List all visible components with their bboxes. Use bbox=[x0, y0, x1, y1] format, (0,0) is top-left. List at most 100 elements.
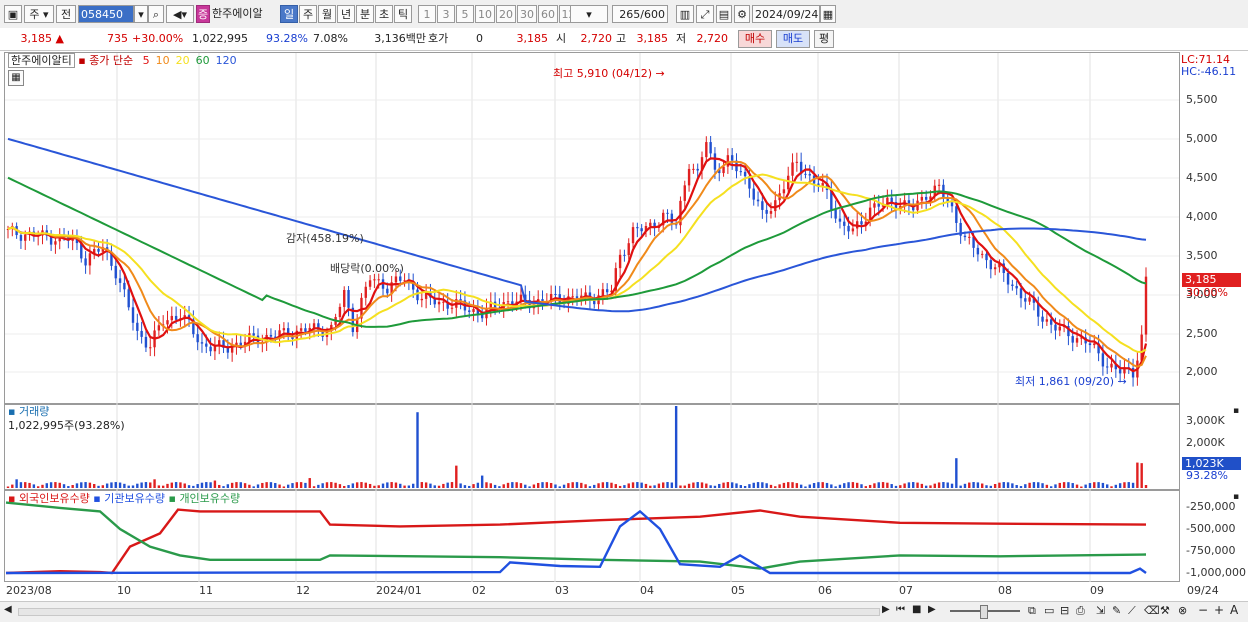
draw-icon[interactable]: ✎ bbox=[1112, 604, 1121, 617]
candle-body bbox=[950, 202, 954, 207]
candle-body bbox=[114, 265, 117, 279]
candle-body bbox=[593, 300, 596, 305]
rewind-icon[interactable]: ⏮ bbox=[896, 604, 905, 615]
date-label: 2023/08 bbox=[6, 584, 52, 597]
candle-body bbox=[1101, 353, 1105, 367]
candle-body bbox=[1041, 316, 1044, 322]
candle-body bbox=[627, 243, 630, 256]
volume-bar bbox=[851, 482, 855, 488]
volume-bar bbox=[683, 485, 686, 488]
indiv-legend: ▪ 개인보유수량 bbox=[168, 492, 241, 505]
volume-bar bbox=[743, 485, 747, 488]
trend-icon[interactable]: ⟋ bbox=[1128, 604, 1136, 618]
zoom-in-icon[interactable]: + bbox=[1214, 603, 1224, 617]
stop-icon[interactable]: ■ bbox=[912, 604, 921, 615]
eraser-icon[interactable]: ⌫ bbox=[1144, 604, 1160, 617]
stock-name-tab[interactable]: 한주에이알티 bbox=[8, 53, 75, 68]
volume-bar bbox=[286, 484, 290, 488]
magnet-icon[interactable]: ⊗ bbox=[1178, 604, 1187, 617]
zoom-slider-handle[interactable] bbox=[980, 605, 988, 619]
candle-body bbox=[769, 211, 773, 214]
print-icon[interactable]: ⎙ bbox=[1076, 604, 1085, 618]
candle-body bbox=[795, 161, 799, 163]
layout-icon[interactable]: ⧉ bbox=[1028, 604, 1036, 618]
volume-bar bbox=[19, 482, 23, 488]
candle-body bbox=[980, 253, 984, 255]
volume-bar bbox=[1114, 484, 1118, 488]
volume-bar bbox=[1075, 484, 1079, 488]
volume-bar bbox=[593, 484, 596, 488]
candle-body bbox=[226, 347, 230, 353]
volume-bar bbox=[774, 486, 777, 488]
volume-bar bbox=[713, 485, 717, 488]
candle-body bbox=[640, 228, 643, 232]
price-axis-tick: 2,000 bbox=[1186, 365, 1218, 378]
volume-bar bbox=[295, 482, 299, 488]
ma-10-line bbox=[7, 160, 1147, 368]
date-label: 10 bbox=[117, 584, 131, 597]
scroll-left-icon[interactable]: ◀ bbox=[4, 604, 12, 615]
high-annotation: 최고 5,910 (04/12) → bbox=[553, 65, 665, 81]
candle-body bbox=[19, 235, 23, 241]
candle-body bbox=[713, 153, 717, 170]
inst-legend: ▪ 기관보유수량 bbox=[93, 492, 165, 505]
volume-bar bbox=[136, 483, 139, 488]
candle-body bbox=[437, 301, 441, 305]
volume-bar bbox=[174, 482, 178, 488]
candle-body bbox=[506, 301, 510, 303]
candle-body bbox=[343, 290, 346, 307]
candle-body bbox=[890, 197, 893, 203]
price-legend: 한주에이알티 ▪ 종가 단순 5 10 20 60 120 bbox=[8, 53, 237, 68]
close-icon[interactable]: ▪ bbox=[1233, 406, 1239, 416]
volume-bar bbox=[528, 486, 531, 488]
volume-bar bbox=[489, 483, 492, 488]
volume-bar bbox=[317, 484, 320, 488]
volume-bar bbox=[334, 482, 337, 488]
candle-body bbox=[601, 289, 605, 296]
volume-bar bbox=[1084, 484, 1087, 488]
split-icon[interactable]: ⊟ bbox=[1060, 604, 1069, 617]
volume-bar bbox=[1041, 483, 1044, 488]
bottom-scrollbar[interactable]: ◀ ▶ ⏮ ■ ▶ ⧉ ▭ ⊟ ⎙ ⇲ ✎ ⟋ ⌫ ⚒ ⊗ − + A bbox=[0, 601, 1248, 622]
close-icon[interactable]: ▪ bbox=[1233, 492, 1239, 502]
window-icon[interactable]: ▭ bbox=[1044, 604, 1054, 617]
volume-bar bbox=[1049, 486, 1053, 488]
volume-bar bbox=[709, 485, 712, 488]
volume-bar bbox=[62, 484, 66, 488]
volume-bar bbox=[924, 485, 928, 488]
volume-bar bbox=[821, 482, 824, 488]
volume-bar bbox=[894, 485, 898, 488]
volume-bar bbox=[166, 483, 169, 488]
volume-bar bbox=[226, 484, 230, 488]
volume-bar bbox=[101, 485, 105, 488]
volume-bar bbox=[1080, 486, 1083, 488]
volume-bar bbox=[920, 483, 924, 488]
volume-bar bbox=[248, 484, 251, 488]
volume-bar bbox=[28, 482, 31, 488]
volume-bar bbox=[985, 485, 988, 488]
volume-bar bbox=[459, 483, 462, 488]
volume-bar bbox=[1097, 482, 1100, 488]
tool-icon[interactable]: ⚒ bbox=[1160, 604, 1170, 617]
scroll-track[interactable] bbox=[18, 608, 880, 616]
volume-bar bbox=[153, 479, 156, 488]
measure-icon[interactable]: ⇲ bbox=[1096, 604, 1105, 617]
grid-toggle-icon[interactable]: ▦ bbox=[8, 70, 24, 86]
zoom-out-icon[interactable]: − bbox=[1198, 603, 1208, 617]
volume-bar bbox=[230, 482, 234, 488]
play-icon[interactable]: ▶ bbox=[928, 604, 936, 615]
volume-bar bbox=[222, 486, 225, 488]
candle-body bbox=[834, 209, 837, 219]
scroll-right-icon[interactable]: ▶ bbox=[882, 604, 890, 615]
candle-body bbox=[687, 168, 691, 186]
volume-bar bbox=[933, 483, 936, 488]
candle-body bbox=[847, 225, 850, 232]
chart-canvas[interactable] bbox=[0, 0, 1248, 621]
candle-body bbox=[683, 185, 686, 201]
candle-body bbox=[873, 203, 876, 208]
volume-bar bbox=[243, 483, 247, 488]
candle-body bbox=[618, 254, 622, 269]
font-size-icon[interactable]: A bbox=[1230, 603, 1238, 617]
volume-bar bbox=[899, 485, 902, 488]
volume-bar bbox=[403, 485, 406, 488]
